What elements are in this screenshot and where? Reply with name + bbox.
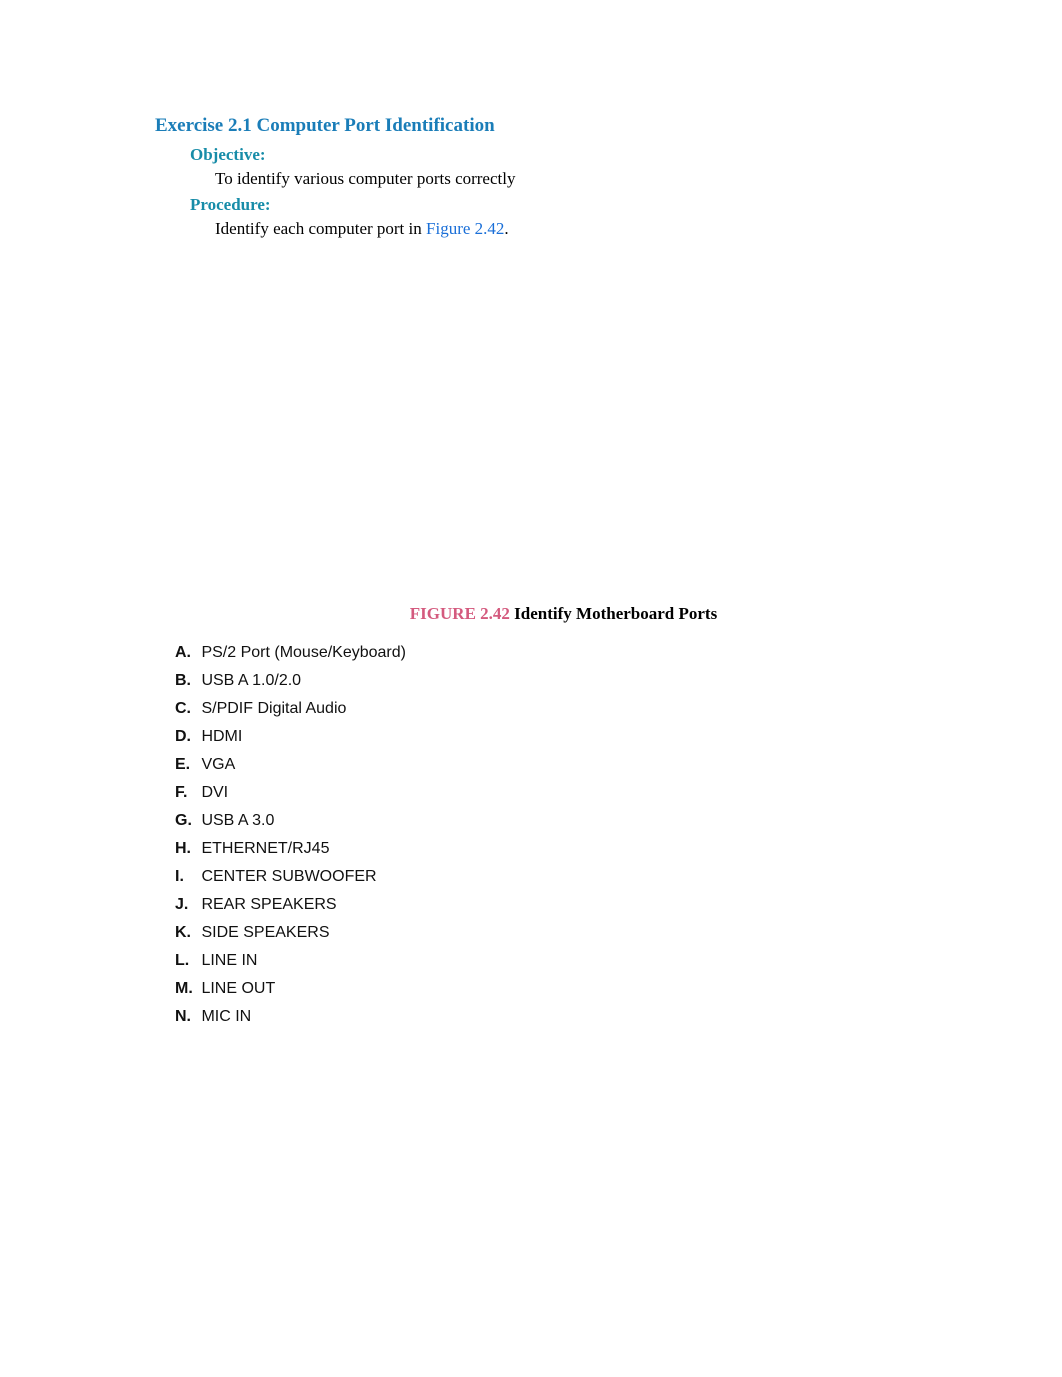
answer-item: K. SIDE SPEAKERS: [175, 924, 912, 942]
answer-text: LINE OUT: [197, 980, 275, 997]
answer-text: CENTER SUBWOOFER: [197, 868, 377, 885]
answer-text: MIC IN: [197, 1008, 251, 1025]
answer-item: I. CENTER SUBWOOFER: [175, 868, 912, 886]
answer-item: F. DVI: [175, 784, 912, 802]
answer-item: N. MIC IN: [175, 1008, 912, 1026]
objective-label: Objective:: [190, 145, 912, 165]
answer-text: HDMI: [197, 728, 242, 745]
answer-letter: G.: [175, 812, 197, 830]
answer-text: S/PDIF Digital Audio: [197, 700, 346, 717]
answer-item: M. LINE OUT: [175, 980, 912, 998]
answer-letter: N.: [175, 1008, 197, 1026]
exercise-title: Exercise 2.1 Computer Port Identificatio…: [155, 115, 912, 137]
answer-item: H. ETHERNET/RJ45: [175, 840, 912, 858]
answer-text: VGA: [197, 756, 235, 773]
answer-letter: M.: [175, 980, 197, 998]
figure-title: Identify Motherboard Ports: [510, 604, 717, 623]
answer-text: LINE IN: [197, 952, 257, 969]
answer-item: J. REAR SPEAKERS: [175, 896, 912, 914]
answer-letter: H.: [175, 840, 197, 858]
answer-item: E. VGA: [175, 756, 912, 774]
answer-text: USB A 1.0/2.0: [197, 672, 301, 689]
answer-item: B. USB A 1.0/2.0: [175, 672, 912, 690]
answer-text: PS/2 Port (Mouse/Keyboard): [197, 644, 406, 661]
answer-item: G. USB A 3.0: [175, 812, 912, 830]
answer-letter: C.: [175, 700, 197, 718]
answers-list: A. PS/2 Port (Mouse/Keyboard) B. USB A 1…: [175, 644, 912, 1026]
procedure-label: Procedure:: [190, 195, 912, 215]
answer-item: L. LINE IN: [175, 952, 912, 970]
answer-text: SIDE SPEAKERS: [197, 924, 330, 941]
answer-letter: K.: [175, 924, 197, 942]
figure-caption: FIGURE 2.42 Identify Motherboard Ports: [215, 604, 912, 624]
answer-letter: B.: [175, 672, 197, 690]
figure-link[interactable]: Figure 2.42: [426, 219, 504, 238]
answer-item: C. S/PDIF Digital Audio: [175, 700, 912, 718]
answer-letter: L.: [175, 952, 197, 970]
answer-letter: F.: [175, 784, 197, 802]
procedure-suffix: .: [504, 219, 508, 238]
answer-letter: A.: [175, 644, 197, 662]
answer-letter: E.: [175, 756, 197, 774]
answer-text: ETHERNET/RJ45: [197, 840, 329, 857]
answer-letter: D.: [175, 728, 197, 746]
procedure-prefix: Identify each computer port in: [215, 219, 426, 238]
answer-text: USB A 3.0: [197, 812, 274, 829]
answer-text: REAR SPEAKERS: [197, 896, 337, 913]
answer-letter: I.: [175, 868, 197, 886]
answer-letter: J.: [175, 896, 197, 914]
objective-text: To identify various computer ports corre…: [215, 169, 912, 189]
figure-label: FIGURE 2.42: [410, 604, 510, 623]
answer-text: DVI: [197, 784, 228, 801]
procedure-text: Identify each computer port in Figure 2.…: [215, 219, 912, 239]
answer-item: D. HDMI: [175, 728, 912, 746]
answer-item: A. PS/2 Port (Mouse/Keyboard): [175, 644, 912, 662]
